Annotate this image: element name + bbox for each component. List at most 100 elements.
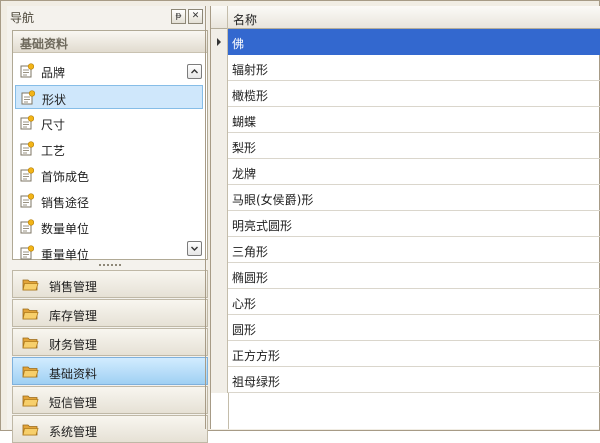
- nav-group-button[interactable]: 财务管理: [12, 328, 208, 356]
- nav-group-label: 销售管理: [49, 280, 98, 294]
- row-indicator[interactable]: [211, 263, 228, 289]
- row-header-border: [228, 393, 229, 429]
- table-row[interactable]: 橄榄形: [211, 81, 600, 107]
- nav-item[interactable]: 工艺: [15, 137, 203, 161]
- nav-group-button[interactable]: 销售管理: [12, 270, 208, 298]
- scroll-up-button[interactable]: [187, 64, 202, 79]
- name-cell[interactable]: 正方方形: [228, 341, 600, 367]
- name-cell[interactable]: 马眼(女侯爵)形: [228, 185, 600, 211]
- nav-item[interactable]: 品牌: [15, 59, 203, 83]
- name-cell-text: 佛: [232, 37, 245, 51]
- nav-item[interactable]: 数量单位: [15, 215, 203, 239]
- folder-icon: [22, 424, 39, 436]
- chevron-up-icon: [191, 69, 198, 74]
- table-row[interactable]: 佛: [211, 29, 600, 55]
- name-cell[interactable]: 心形: [228, 289, 600, 315]
- row-indicator[interactable]: [211, 211, 228, 237]
- table-row[interactable]: 马眼(女侯爵)形: [211, 185, 600, 211]
- nav-item-label: 形状: [42, 93, 67, 107]
- data-grid: 名称 佛辐射形橄榄形蝴蝶 梨形龙牌马眼(女侯爵)形 明亮式圆形三角形椭圆形心形圆形正…: [210, 6, 600, 429]
- name-cell[interactable]: 佛: [228, 29, 600, 55]
- nav-group-button[interactable]: 系统管理: [12, 415, 208, 443]
- table-row[interactable]: 梨形: [211, 133, 600, 159]
- pane-divider[interactable]: [205, 6, 206, 429]
- row-indicator[interactable]: [211, 107, 228, 133]
- name-cell-text: 明亮式圆形: [232, 219, 293, 233]
- nav-group-button[interactable]: 库存管理: [12, 299, 208, 327]
- table-row[interactable]: 圆形: [211, 315, 600, 341]
- table-row[interactable]: 心形: [211, 289, 600, 315]
- nav-item[interactable]: 销售途径: [15, 189, 203, 213]
- document-edit-icon: [20, 193, 34, 208]
- nav-item-label: 工艺: [41, 144, 66, 158]
- panel-header[interactable]: 基础资料: [13, 31, 207, 53]
- nav-item-label: 尺寸: [41, 118, 66, 132]
- table-row[interactable]: 三角形: [211, 237, 600, 263]
- name-cell[interactable]: 三角形: [228, 237, 600, 263]
- current-row-arrow-icon: [217, 38, 221, 46]
- row-indicator[interactable]: [211, 55, 228, 81]
- pin-button[interactable]: ᵽ: [171, 9, 186, 24]
- nav-item-label: 销售途径: [41, 196, 90, 210]
- nav-item[interactable]: 首饰成色: [15, 163, 203, 187]
- nav-group-label: 库存管理: [49, 309, 98, 323]
- name-cell[interactable]: 圆形: [228, 315, 600, 341]
- row-indicator[interactable]: [211, 315, 228, 341]
- name-cell-text: 辐射形: [232, 63, 269, 77]
- name-cell-text: 马眼(女侯爵)形: [232, 193, 314, 207]
- close-button[interactable]: ✕: [188, 9, 203, 24]
- row-indicator[interactable]: [211, 185, 228, 211]
- table-row[interactable]: 辐射形: [211, 55, 600, 81]
- name-cell[interactable]: 辐射形: [228, 55, 600, 81]
- row-indicator[interactable]: [211, 133, 228, 159]
- nav-group-label: 财务管理: [49, 338, 98, 352]
- name-cell-text: 心形: [232, 297, 257, 311]
- row-indicator[interactable]: [211, 341, 228, 367]
- name-cell-text: 椭圆形: [232, 271, 269, 285]
- document-edit-icon: [21, 90, 35, 105]
- column-header-name[interactable]: 名称: [233, 11, 257, 28]
- nav-group-label: 基础资料: [49, 367, 98, 381]
- grid-corner[interactable]: [211, 6, 228, 29]
- table-row[interactable]: 明亮式圆形: [211, 211, 600, 237]
- name-cell[interactable]: 祖母绿形: [228, 367, 600, 393]
- nav-group-button[interactable]: 基础资料: [12, 357, 208, 385]
- name-cell[interactable]: 蝴蝶: [228, 107, 600, 133]
- name-cell-text: 橄榄形: [232, 89, 269, 103]
- nav-group-button[interactable]: 短信管理: [12, 386, 208, 414]
- navigation-pane: 导航 ᵽ ✕ 基础资料 品牌 形状 尺寸 工艺 首饰成色 销售途径 数量单位 重量单位: [7, 6, 208, 443]
- panel-title: 基础资料: [20, 37, 69, 51]
- name-cell[interactable]: 橄榄形: [228, 81, 600, 107]
- table-row[interactable]: 正方方形: [211, 341, 600, 367]
- splitter-grip: [99, 264, 121, 266]
- row-indicator[interactable]: [211, 289, 228, 315]
- panel-splitter[interactable]: [12, 262, 208, 268]
- document-edit-icon: [20, 115, 34, 130]
- row-indicator[interactable]: [211, 159, 228, 185]
- close-icon: ✕: [191, 11, 200, 21]
- nav-group-label: 系统管理: [49, 425, 98, 439]
- nav-item[interactable]: 形状: [15, 85, 203, 109]
- name-cell-text: 龙牌: [232, 167, 257, 181]
- nav-item[interactable]: 尺寸: [15, 111, 203, 135]
- name-cell[interactable]: 椭圆形: [228, 263, 600, 289]
- table-row[interactable]: 龙牌: [211, 159, 600, 185]
- row-indicator[interactable]: [211, 237, 228, 263]
- nav-item-label: 首饰成色: [41, 170, 90, 184]
- app-window: 导航 ᵽ ✕ 基础资料 品牌 形状 尺寸 工艺 首饰成色 销售途径 数量单位 重量单位: [0, 0, 600, 443]
- folder-icon: [22, 308, 39, 320]
- folder-icon: [22, 279, 39, 291]
- nav-item-label: 数量单位: [41, 222, 90, 236]
- name-cell-text: 圆形: [232, 323, 257, 337]
- table-row[interactable]: 祖母绿形: [211, 367, 600, 393]
- scroll-down-button[interactable]: [187, 241, 202, 256]
- row-indicator[interactable]: [211, 81, 228, 107]
- row-indicator[interactable]: [211, 367, 228, 393]
- row-indicator[interactable]: [211, 29, 228, 55]
- table-row[interactable]: 蝴蝶: [211, 107, 600, 133]
- name-cell[interactable]: 明亮式圆形: [228, 211, 600, 237]
- name-cell[interactable]: 梨形: [228, 133, 600, 159]
- folder-icon: [22, 395, 39, 407]
- name-cell[interactable]: 龙牌: [228, 159, 600, 185]
- table-row[interactable]: 椭圆形: [211, 263, 600, 289]
